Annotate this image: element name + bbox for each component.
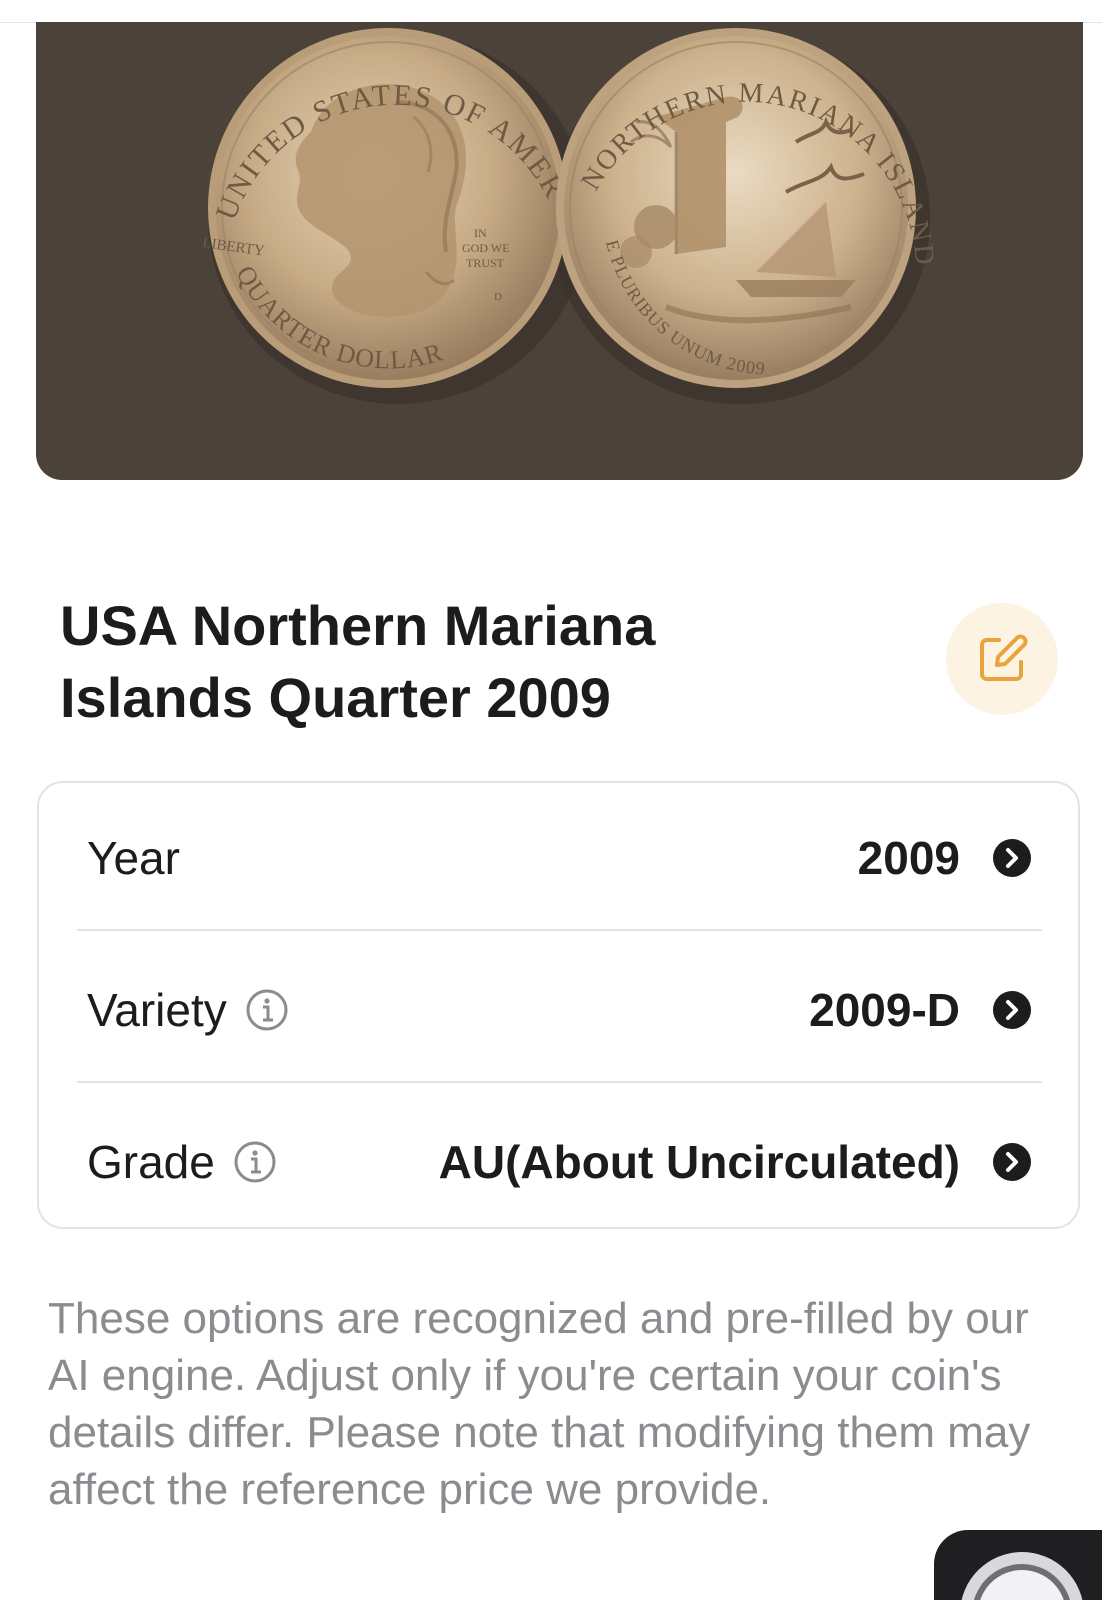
coin-photo[interactable]: UNITED STATES OF AMERICA LIBERTY IN GOD …	[36, 22, 1083, 480]
info-icon[interactable]	[245, 988, 289, 1032]
detail-row-variety[interactable]: Variety 2009-D	[79, 935, 1042, 1085]
grade-label: Grade	[87, 1136, 215, 1188]
coin-photo-graphic: UNITED STATES OF AMERICA LIBERTY IN GOD …	[36, 22, 938, 404]
year-label: Year	[87, 832, 180, 884]
coin-details-card: Year 2009 Variety 2009-D Grade AU(About …	[37, 781, 1080, 1229]
coin-details-screen: UNITED STATES OF AMERICA LIBERTY IN GOD …	[0, 0, 1102, 1600]
detail-row-year[interactable]: Year 2009	[79, 783, 1042, 933]
chevron-right-icon[interactable]	[992, 990, 1032, 1030]
obverse-motto-2: GOD WE	[462, 241, 509, 255]
info-icon[interactable]	[233, 1140, 277, 1184]
row-divider	[77, 1081, 1042, 1083]
chevron-right-icon[interactable]	[992, 838, 1032, 878]
row-divider	[77, 929, 1042, 931]
camera-button[interactable]	[934, 1530, 1102, 1600]
grade-value: AU(About Uncirculated)	[438, 1136, 960, 1188]
edit-button[interactable]	[946, 603, 1058, 715]
camera-shutter-icon	[961, 1552, 1083, 1600]
detail-row-grade[interactable]: Grade AU(About Uncirculated)	[79, 1087, 1042, 1237]
year-value: 2009	[857, 832, 960, 884]
variety-label: Variety	[87, 984, 227, 1036]
coin-obverse: UNITED STATES OF AMERICA LIBERTY IN GOD …	[36, 22, 570, 388]
obverse-mint-mark: D	[494, 291, 502, 303]
obverse-motto-3: TRUST	[466, 256, 505, 270]
coin-title: USA Northern Mariana Islands Quarter 200…	[60, 594, 656, 729]
variety-value: 2009-D	[809, 984, 960, 1036]
obverse-motto-1: IN	[474, 226, 487, 240]
chevron-right-icon[interactable]	[992, 1142, 1032, 1182]
ai-disclaimer-text: These options are recognized and pre-fil…	[48, 1294, 1031, 1514]
edit-icon	[980, 634, 1028, 681]
